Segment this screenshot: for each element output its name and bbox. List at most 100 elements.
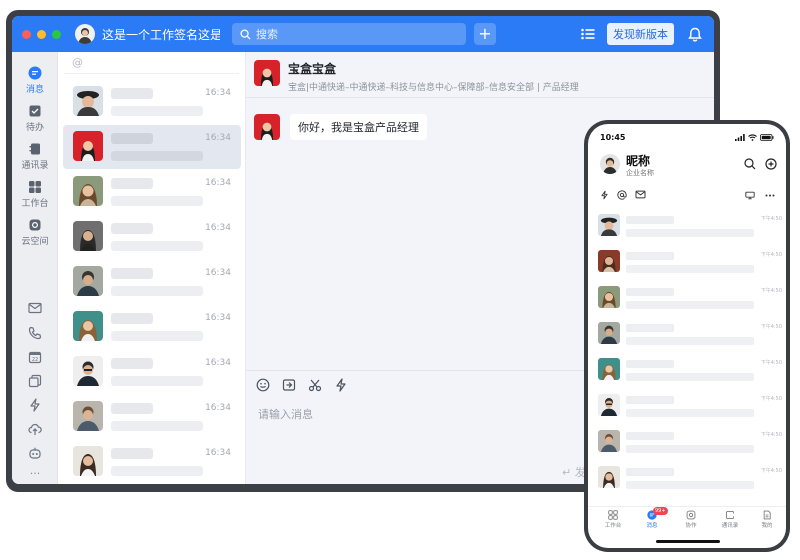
more-icon[interactable] — [765, 194, 775, 197]
phone-frame: 10:45 昵称 企业名称 下午4:50 下午4:50 下午4:50 下午4:5… — [584, 120, 790, 552]
search-icon[interactable] — [744, 158, 756, 170]
more-icon[interactable]: ... — [12, 464, 58, 477]
list-item[interactable]: 下午4:50 — [588, 356, 786, 392]
avatar — [598, 286, 620, 308]
list-item[interactable]: 下午4:50 — [588, 284, 786, 320]
mail-icon[interactable] — [635, 190, 646, 200]
avatar[interactable] — [254, 114, 280, 140]
nav-item-messages[interactable]: 消息 — [12, 66, 58, 95]
avatar[interactable] — [600, 154, 620, 174]
phone-filter-bar — [600, 190, 646, 200]
list-item[interactable]: 下午4:50 — [588, 212, 786, 248]
nav-item-contacts[interactable]: 通讯录 — [12, 142, 58, 171]
file-icon[interactable] — [282, 378, 296, 392]
lightning-icon[interactable] — [12, 398, 58, 412]
preview-placeholder — [626, 373, 754, 381]
avatar — [73, 311, 103, 341]
calendar-icon[interactable]: 22 — [12, 350, 58, 364]
avatar — [73, 176, 103, 206]
preview-placeholder — [111, 331, 203, 341]
list-item[interactable]: 下午4:50 — [588, 248, 786, 284]
scissors-icon[interactable] — [308, 378, 322, 392]
name-placeholder — [111, 88, 153, 99]
search-input[interactable]: 搜索 — [232, 23, 466, 45]
new-version-button[interactable]: 发现新版本 — [607, 23, 674, 45]
tab-workbench[interactable]: 工作台 — [598, 510, 628, 529]
nav-item-workbench[interactable]: 工作台 — [12, 180, 58, 209]
list-item[interactable]: 下午4:50 — [588, 320, 786, 356]
avatar — [73, 266, 103, 296]
list-item[interactable]: 16:34 — [63, 80, 241, 124]
nav-item-todo[interactable]: 待办 — [12, 104, 58, 133]
list-item[interactable]: 16:34 — [63, 395, 241, 439]
add-button[interactable]: + — [474, 23, 496, 45]
chat-subtitle: 宝盒|中通快递–中通快递–科技与信息中心–保障部–信息安全部 | 产品经理 — [288, 83, 579, 93]
tab-label: 我的 — [761, 523, 773, 529]
lightning-icon[interactable] — [334, 378, 348, 392]
list-item[interactable]: 16:34 — [63, 440, 241, 484]
list-item[interactable]: 下午4:50 — [588, 392, 786, 428]
name-placeholder — [626, 432, 674, 440]
preview-placeholder — [111, 151, 203, 161]
name-placeholder — [111, 178, 153, 189]
avatar — [598, 430, 620, 452]
list-menu-icon[interactable] — [581, 28, 595, 40]
name-placeholder — [111, 268, 153, 279]
list-item[interactable]: 16:34 — [63, 215, 241, 259]
avatar[interactable] — [254, 60, 280, 86]
mentions-filter[interactable]: @ — [64, 52, 239, 74]
preview-placeholder — [626, 265, 754, 273]
tab-contacts[interactable]: 通讯录 — [715, 510, 745, 529]
copy-icon[interactable] — [12, 374, 58, 388]
todo-icon — [28, 104, 42, 118]
collaboration-icon — [686, 510, 696, 520]
list-item[interactable]: 16:34 — [63, 170, 241, 214]
bell-icon[interactable] — [688, 27, 702, 42]
chat-title: 宝盒宝盒 — [288, 62, 337, 76]
timestamp: 下午4:50 — [760, 252, 782, 258]
nav-item-cloud-space[interactable]: 云空间 — [12, 218, 58, 247]
preview-placeholder — [111, 376, 203, 386]
robot-icon[interactable] — [12, 446, 58, 460]
phone-call-icon[interactable] — [12, 326, 58, 340]
avatar — [598, 394, 620, 416]
close-window-icon[interactable] — [22, 29, 31, 39]
tab-collaboration[interactable]: 协作 — [676, 510, 706, 529]
name-placeholder — [111, 133, 153, 144]
nav-label-workbench: 工作台 — [21, 199, 49, 209]
maximize-window-icon[interactable] — [52, 29, 61, 39]
timestamp: 下午4:50 — [760, 396, 782, 402]
my-avatar[interactable] — [75, 24, 95, 44]
name-placeholder — [111, 358, 153, 369]
list-item[interactable]: 下午4:50 — [588, 428, 786, 464]
emoji-icon[interactable] — [256, 378, 270, 392]
add-circle-icon[interactable] — [765, 158, 777, 170]
minimize-window-icon[interactable] — [37, 29, 46, 39]
message-bubble: 你好，我是宝盒产品经理 — [290, 114, 427, 140]
send-hint[interactable]: ↵ 发 — [562, 464, 586, 480]
at-icon[interactable] — [617, 190, 627, 200]
list-item[interactable]: 16:34 — [63, 350, 241, 394]
list-item[interactable]: 16:34 — [63, 125, 241, 169]
battery-icon — [760, 134, 774, 141]
tab-messages[interactable]: 99+ 消息 — [637, 507, 668, 529]
preview-placeholder — [111, 106, 203, 116]
list-item[interactable]: 下午4:50 — [588, 464, 786, 500]
mail-icon[interactable] — [12, 302, 58, 314]
cloud-upload-icon[interactable] — [12, 422, 58, 436]
status-time: 10:45 — [600, 133, 626, 142]
tab-mine[interactable]: 我的 — [752, 510, 782, 529]
avatar — [598, 466, 620, 488]
desktop-icon[interactable] — [745, 191, 755, 200]
name-placeholder — [111, 313, 153, 324]
list-item[interactable]: 16:34 — [63, 305, 241, 349]
preview-placeholder — [111, 466, 203, 476]
timestamp: 16:34 — [205, 223, 231, 233]
list-item[interactable]: 16:34 — [63, 260, 241, 304]
timestamp: 下午4:50 — [760, 216, 782, 222]
message-input[interactable]: 请输入消息 — [258, 406, 313, 422]
work-signature[interactable]: 这是一个工作签名这是… — [102, 26, 220, 43]
lightning-icon[interactable] — [600, 190, 609, 200]
preview-placeholder — [111, 241, 203, 251]
timestamp: 16:34 — [205, 268, 231, 278]
